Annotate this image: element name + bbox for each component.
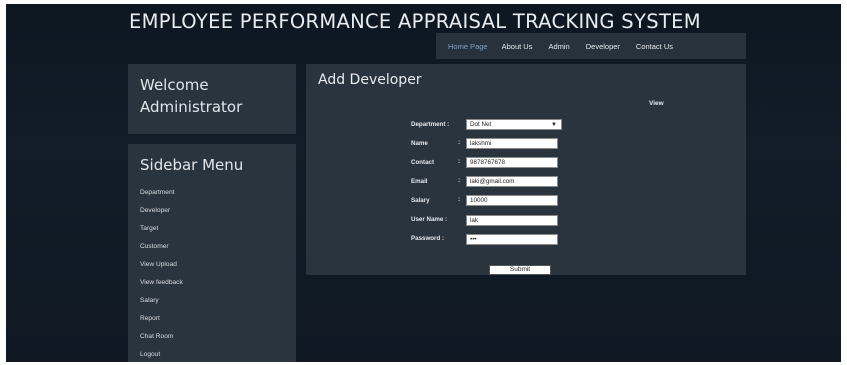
password-field[interactable]: [466, 234, 558, 245]
nav-about-us[interactable]: About Us: [502, 42, 549, 51]
sidebar-item-logout[interactable]: Logout: [140, 346, 183, 362]
username-field[interactable]: [466, 215, 558, 226]
sidebar-item-salary[interactable]: Salary: [140, 292, 183, 310]
welcome-panel: Welcome Administrator: [128, 64, 296, 134]
sidebar: Sidebar Menu Department Developer Target…: [128, 144, 296, 362]
department-select[interactable]: Dot Net ▼: [466, 119, 562, 130]
nav-contact-us[interactable]: Contact Us: [636, 42, 685, 51]
site-title: EMPLOYEE PERFORMANCE APPRAISAL TRACKING …: [129, 10, 701, 33]
sidebar-item-chat-room[interactable]: Chat Room: [140, 328, 183, 346]
email-field[interactable]: [466, 176, 558, 187]
salary-label: Salary: [411, 197, 430, 204]
name-colon: :: [458, 139, 461, 146]
sidebar-item-report[interactable]: Report: [140, 310, 183, 328]
department-label: Department :: [411, 121, 450, 128]
sidebar-item-department[interactable]: Department: [140, 184, 183, 202]
welcome-message: Welcome Administrator: [140, 76, 243, 116]
sidebar-menu: Department Developer Target Customer Vie…: [140, 184, 183, 362]
username-label: User Name :: [411, 216, 448, 223]
name-label: Name: [411, 140, 428, 147]
view-link[interactable]: View: [649, 100, 664, 107]
sidebar-item-developer[interactable]: Developer: [140, 202, 183, 220]
contact-label: Contact: [411, 159, 435, 166]
nav-admin[interactable]: Admin: [548, 42, 585, 51]
salary-colon: :: [458, 196, 461, 203]
sidebar-item-target[interactable]: Target: [140, 220, 183, 238]
sidebar-title: Sidebar Menu: [140, 156, 244, 174]
top-navigation: Home Page About Us Admin Developer Conta…: [436, 33, 746, 59]
salary-field[interactable]: [466, 195, 558, 206]
main-content: Add Developer View Department : Dot Net …: [306, 64, 746, 275]
sidebar-item-view-upload[interactable]: View Upload: [140, 256, 183, 274]
nav-home-page[interactable]: Home Page: [448, 42, 502, 51]
sidebar-item-view-feedback[interactable]: View feedback: [140, 274, 183, 292]
chevron-down-icon: ▼: [551, 122, 557, 128]
password-label: Password :: [411, 235, 445, 242]
email-label: Email: [411, 178, 428, 185]
nav-developer[interactable]: Developer: [586, 42, 636, 51]
sidebar-item-customer[interactable]: Customer: [140, 238, 183, 256]
submit-button[interactable]: Submit: [489, 265, 551, 275]
name-field[interactable]: [466, 138, 558, 149]
department-value: Dot Net: [470, 121, 492, 128]
app-window: EMPLOYEE PERFORMANCE APPRAISAL TRACKING …: [6, 4, 841, 362]
contact-field[interactable]: [466, 157, 558, 168]
email-colon: :: [458, 177, 461, 184]
page-title: Add Developer: [318, 72, 422, 88]
contact-colon: :: [458, 158, 461, 165]
